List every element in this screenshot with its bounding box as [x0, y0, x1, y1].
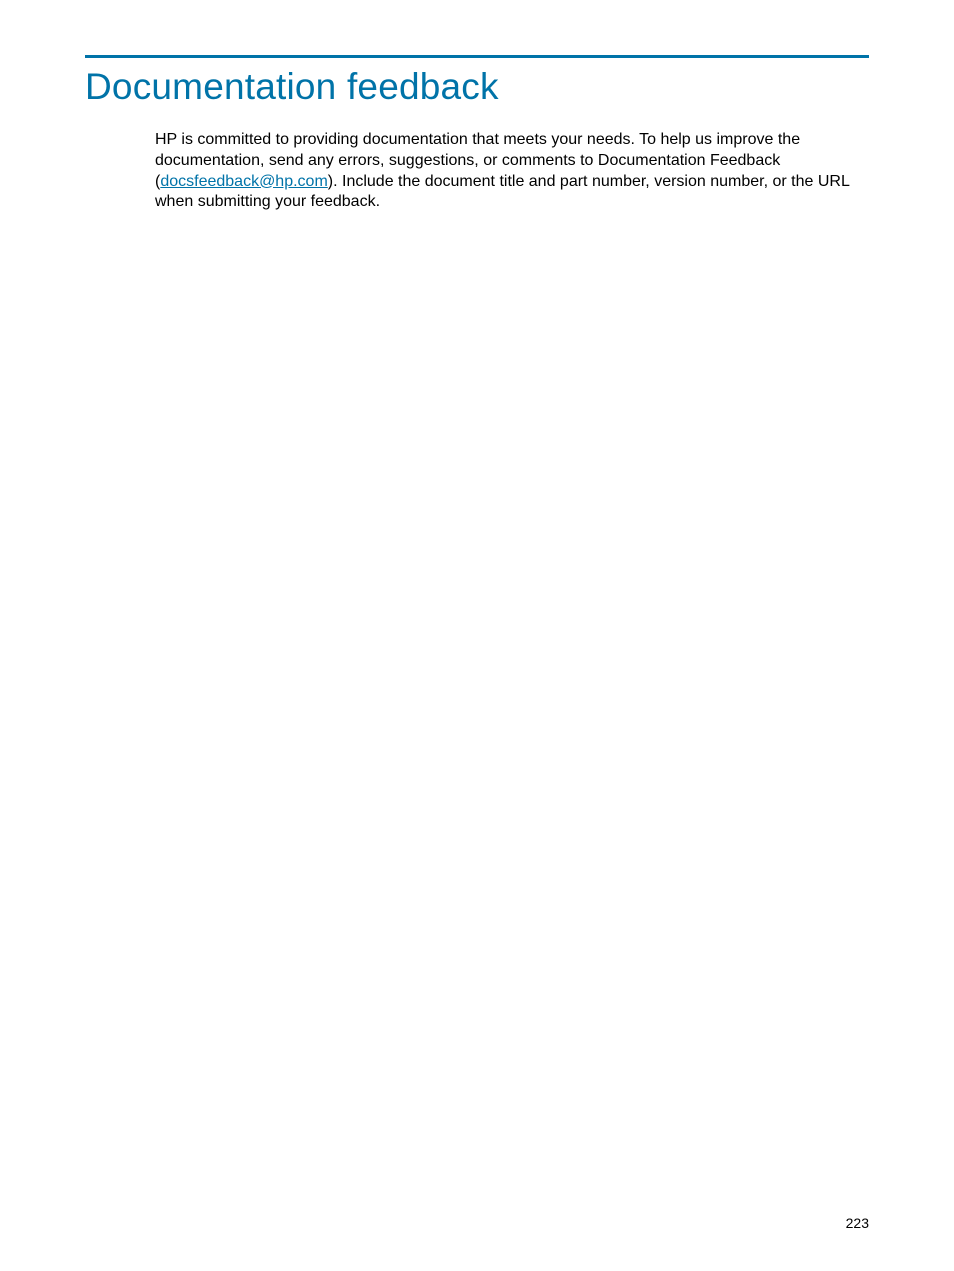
page-container: Documentation feedback HP is committed t… [0, 0, 954, 213]
email-link[interactable]: docsfeedback@hp.com [160, 173, 327, 190]
header-divider [85, 55, 869, 58]
body-paragraph: HP is committed to providing documentati… [155, 130, 869, 213]
page-title: Documentation feedback [85, 66, 869, 108]
page-number: 223 [846, 1215, 869, 1231]
